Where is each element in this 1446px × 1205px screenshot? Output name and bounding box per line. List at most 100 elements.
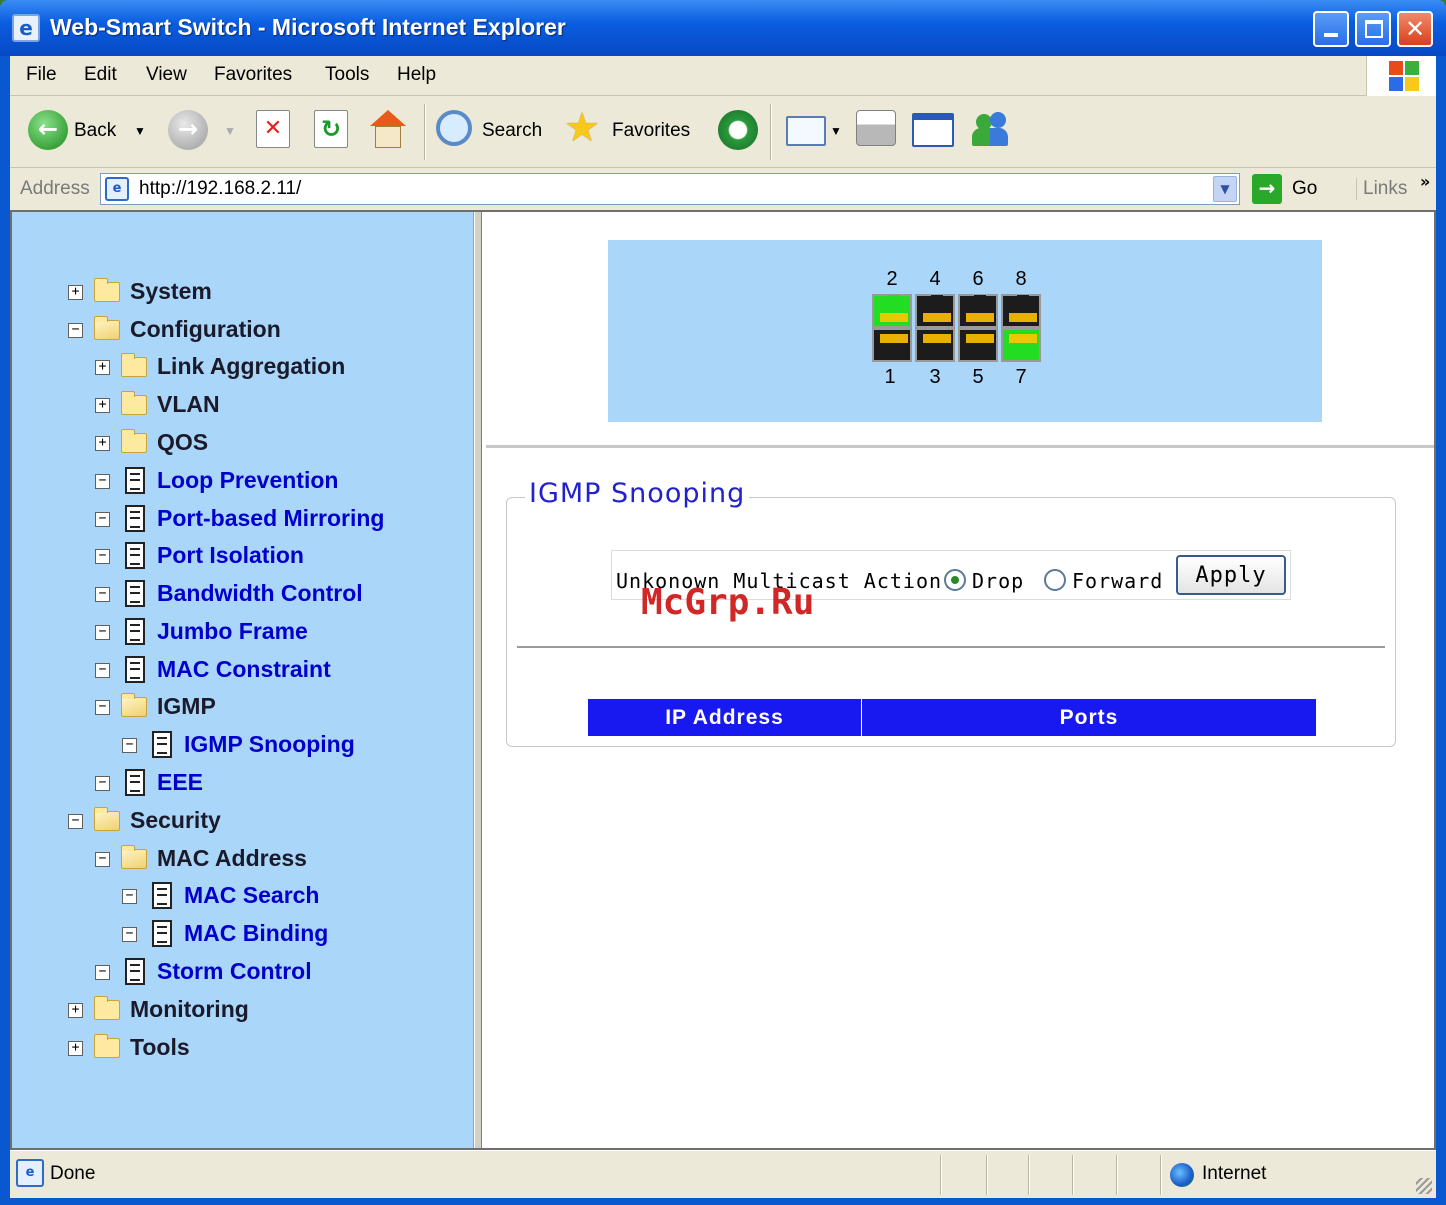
document-icon xyxy=(152,920,172,947)
links-label[interactable]: Links xyxy=(1356,178,1407,200)
status-separator xyxy=(1116,1155,1118,1195)
frame-splitter[interactable] xyxy=(474,212,482,1148)
close-button[interactable]: ✕ xyxy=(1397,11,1433,47)
go-button[interactable]: Go xyxy=(1292,178,1317,200)
close-icon: ✕ xyxy=(1404,15,1426,43)
forward-arrow-icon[interactable]: → xyxy=(168,110,208,150)
menu-tools[interactable]: Tools xyxy=(325,64,369,86)
minimize-button[interactable] xyxy=(1313,11,1349,47)
status-separator xyxy=(1072,1155,1074,1195)
collapse-icon[interactable]: − xyxy=(68,814,83,829)
mail-icon[interactable] xyxy=(786,116,826,146)
favorites-star-icon[interactable]: ★ xyxy=(562,108,602,150)
folder-icon xyxy=(121,391,147,415)
drop-label[interactable]: Drop xyxy=(972,569,1024,593)
port-label: 4 xyxy=(929,268,941,290)
open-folder-icon xyxy=(121,845,147,869)
internet-globe-icon xyxy=(1170,1163,1194,1187)
port-4[interactable] xyxy=(915,294,955,328)
folder-icon xyxy=(121,353,147,377)
status-separator xyxy=(1028,1155,1030,1195)
edit-icon[interactable] xyxy=(912,113,954,147)
back-arrow-icon[interactable]: ← xyxy=(28,110,68,150)
port-label: 6 xyxy=(972,268,984,290)
port-7-link-up[interactable] xyxy=(1001,328,1041,362)
resize-grip[interactable] xyxy=(1416,1178,1432,1194)
divider xyxy=(517,646,1385,648)
favorites-button[interactable]: Favorites xyxy=(612,120,690,142)
mail-dropdown-icon[interactable]: ▼ xyxy=(830,124,842,138)
forward-radio[interactable] xyxy=(1044,569,1066,591)
switch-panel: 2 4 6 8 1 3 5 7 xyxy=(608,240,1322,422)
address-dropdown-icon[interactable]: ▼ xyxy=(1213,176,1237,202)
port-5[interactable] xyxy=(958,328,998,362)
watermark: McGrp.Ru xyxy=(641,582,815,623)
document-icon xyxy=(125,618,145,645)
igmp-snooping-fieldset: IGMP Snooping Unkonown Multicast Action:… xyxy=(506,478,1396,747)
port-6[interactable] xyxy=(958,294,998,328)
port-1[interactable] xyxy=(872,328,912,362)
status-separator xyxy=(940,1155,942,1195)
home-icon[interactable] xyxy=(368,110,408,150)
port-label: 2 xyxy=(886,268,898,290)
messenger-icon[interactable] xyxy=(972,110,1012,150)
address-input[interactable]: e http://192.168.2.11/ ▼ xyxy=(100,173,1240,205)
menu-file[interactable]: File xyxy=(26,64,57,86)
collapse-icon: − xyxy=(95,663,110,678)
expand-icon[interactable]: + xyxy=(95,436,110,451)
status-text: Done xyxy=(50,1163,96,1184)
forward-label[interactable]: Forward xyxy=(1072,569,1163,593)
port-8[interactable] xyxy=(1001,294,1041,328)
collapse-icon: − xyxy=(95,474,110,489)
history-icon[interactable] xyxy=(718,110,758,150)
collapse-icon[interactable]: − xyxy=(95,700,110,715)
drop-radio[interactable] xyxy=(944,569,966,591)
open-folder-icon xyxy=(121,693,147,717)
section-title: IGMP Snooping xyxy=(525,478,750,509)
document-icon xyxy=(125,467,145,494)
navigation-tree: + System − Configuration + Link Aggregat… xyxy=(12,212,474,1148)
document-icon xyxy=(125,656,145,683)
window-title: Web-Smart Switch - Microsoft Internet Ex… xyxy=(50,14,566,40)
refresh-icon[interactable]: ↻ xyxy=(314,110,348,148)
menu-view[interactable]: View xyxy=(146,64,187,86)
menu-help[interactable]: Help xyxy=(397,64,436,86)
status-separator xyxy=(986,1155,988,1195)
forward-dropdown-icon[interactable]: ▼ xyxy=(224,124,236,138)
collapse-icon: − xyxy=(122,738,137,753)
menu-favorites[interactable]: Favorites xyxy=(214,64,292,86)
expand-icon[interactable]: + xyxy=(68,285,83,300)
column-ip-address: IP Address xyxy=(587,698,862,737)
menu-edit[interactable]: Edit xyxy=(84,64,117,86)
stop-icon[interactable]: ✕ xyxy=(256,110,290,148)
expand-icon[interactable]: + xyxy=(95,360,110,375)
address-label: Address xyxy=(20,178,90,199)
apply-button[interactable]: Apply xyxy=(1176,555,1286,595)
igmp-group-table: IP Address Ports xyxy=(587,698,1317,737)
column-ports: Ports xyxy=(861,698,1317,737)
search-button[interactable]: Search xyxy=(482,120,542,142)
print-icon[interactable] xyxy=(856,110,896,146)
folder-icon xyxy=(121,429,147,453)
collapse-icon[interactable]: − xyxy=(68,323,83,338)
back-button[interactable]: Back xyxy=(74,120,116,142)
menu-bar: File Edit View Favorites Tools Help xyxy=(10,56,1436,96)
links-chevron-icon[interactable]: » xyxy=(1420,172,1430,191)
go-arrow-icon[interactable]: → xyxy=(1252,174,1282,204)
back-dropdown-icon[interactable]: ▼ xyxy=(134,124,146,138)
page-viewport: + System − Configuration + Link Aggregat… xyxy=(10,210,1436,1150)
expand-icon[interactable]: + xyxy=(68,1003,83,1018)
maximize-button[interactable] xyxy=(1355,11,1391,47)
port-2-link-up[interactable] xyxy=(872,294,912,328)
collapse-icon: − xyxy=(122,889,137,904)
port-3[interactable] xyxy=(915,328,955,362)
expand-icon[interactable]: + xyxy=(95,398,110,413)
collapse-icon: − xyxy=(95,625,110,640)
page-icon: e xyxy=(105,177,129,201)
collapse-icon[interactable]: − xyxy=(95,852,110,867)
document-icon xyxy=(125,769,145,796)
port-label: 5 xyxy=(972,366,984,388)
search-icon[interactable] xyxy=(436,110,472,146)
collapse-icon: − xyxy=(95,512,110,527)
expand-icon[interactable]: + xyxy=(68,1041,83,1056)
